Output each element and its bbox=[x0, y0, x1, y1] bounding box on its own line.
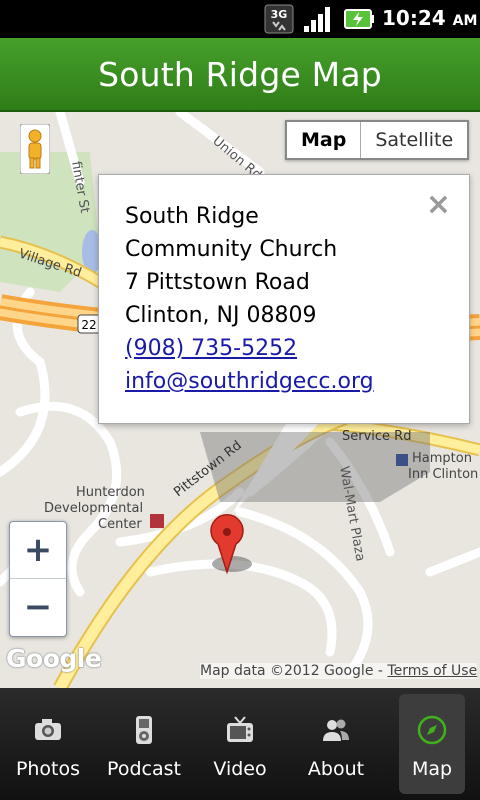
info-name-line1: South Ridge bbox=[125, 204, 259, 229]
status-bar: 3G 10:24 AM bbox=[0, 0, 480, 38]
map-type-map-button[interactable]: Map bbox=[287, 122, 362, 158]
compass-icon bbox=[417, 715, 447, 745]
battery-charging-icon bbox=[344, 9, 374, 29]
info-city: Clinton, NJ 08809 bbox=[125, 303, 317, 328]
tab-map[interactable]: Map bbox=[399, 694, 465, 794]
tab-about[interactable]: About bbox=[288, 688, 384, 800]
zoom-in-button[interactable]: + bbox=[10, 522, 66, 579]
zoom-control: + − bbox=[9, 521, 67, 637]
svg-text:Developmental: Developmental bbox=[44, 501, 143, 516]
map-view[interactable]: Union Rd Village Rd finter St Pittstown … bbox=[0, 112, 480, 688]
map-type-toggle[interactable]: Map Satellite bbox=[285, 120, 470, 160]
info-window-content: South Ridge Community Church 7 Pittstown… bbox=[125, 200, 374, 398]
svg-text:3G: 3G bbox=[271, 8, 288, 21]
zoom-out-button[interactable]: − bbox=[10, 579, 66, 635]
svg-text:Service Rd: Service Rd bbox=[342, 429, 411, 444]
google-logo: Google bbox=[6, 644, 102, 673]
people-icon bbox=[323, 719, 349, 741]
clock: 10:24 AM bbox=[382, 6, 478, 30]
svg-text:22: 22 bbox=[81, 318, 96, 332]
info-address: 7 Pittstown Road bbox=[125, 270, 310, 295]
svg-text:Center: Center bbox=[98, 517, 142, 532]
map-type-satellite-button[interactable]: Satellite bbox=[361, 122, 467, 158]
camera-icon bbox=[35, 719, 61, 740]
tab-video[interactable]: Video bbox=[192, 688, 288, 800]
3g-network-icon: 3G bbox=[264, 4, 294, 34]
title-bar: South Ridge Map bbox=[0, 38, 480, 112]
svg-text:Inn Clinton: Inn Clinton bbox=[408, 467, 478, 482]
pegman-icon[interactable] bbox=[20, 124, 50, 174]
tab-photos[interactable]: Photos bbox=[0, 688, 96, 800]
page-title: South Ridge Map bbox=[98, 54, 382, 94]
tv-icon bbox=[227, 716, 253, 742]
info-name-line2: Community Church bbox=[125, 237, 338, 262]
svg-text:Hunterdon: Hunterdon bbox=[76, 485, 145, 500]
signal-icon bbox=[304, 7, 330, 32]
phone-link[interactable]: (908) 735-5252 bbox=[125, 336, 297, 361]
email-link[interactable]: info@southridgecc.org bbox=[125, 369, 374, 394]
tab-podcast[interactable]: Podcast bbox=[96, 688, 192, 800]
map-attribution: Map data ©2012 Google - Terms of Use bbox=[200, 663, 478, 679]
info-window: South Ridge Community Church 7 Pittstown… bbox=[98, 174, 470, 424]
terms-of-use-link[interactable]: Terms of Use bbox=[387, 663, 477, 679]
ipod-icon bbox=[136, 716, 152, 744]
svg-text:Hampton: Hampton bbox=[412, 451, 472, 466]
bottom-tab-bar: Photos Podcast Video About Map bbox=[0, 688, 480, 800]
close-icon[interactable]: × bbox=[426, 187, 451, 222]
